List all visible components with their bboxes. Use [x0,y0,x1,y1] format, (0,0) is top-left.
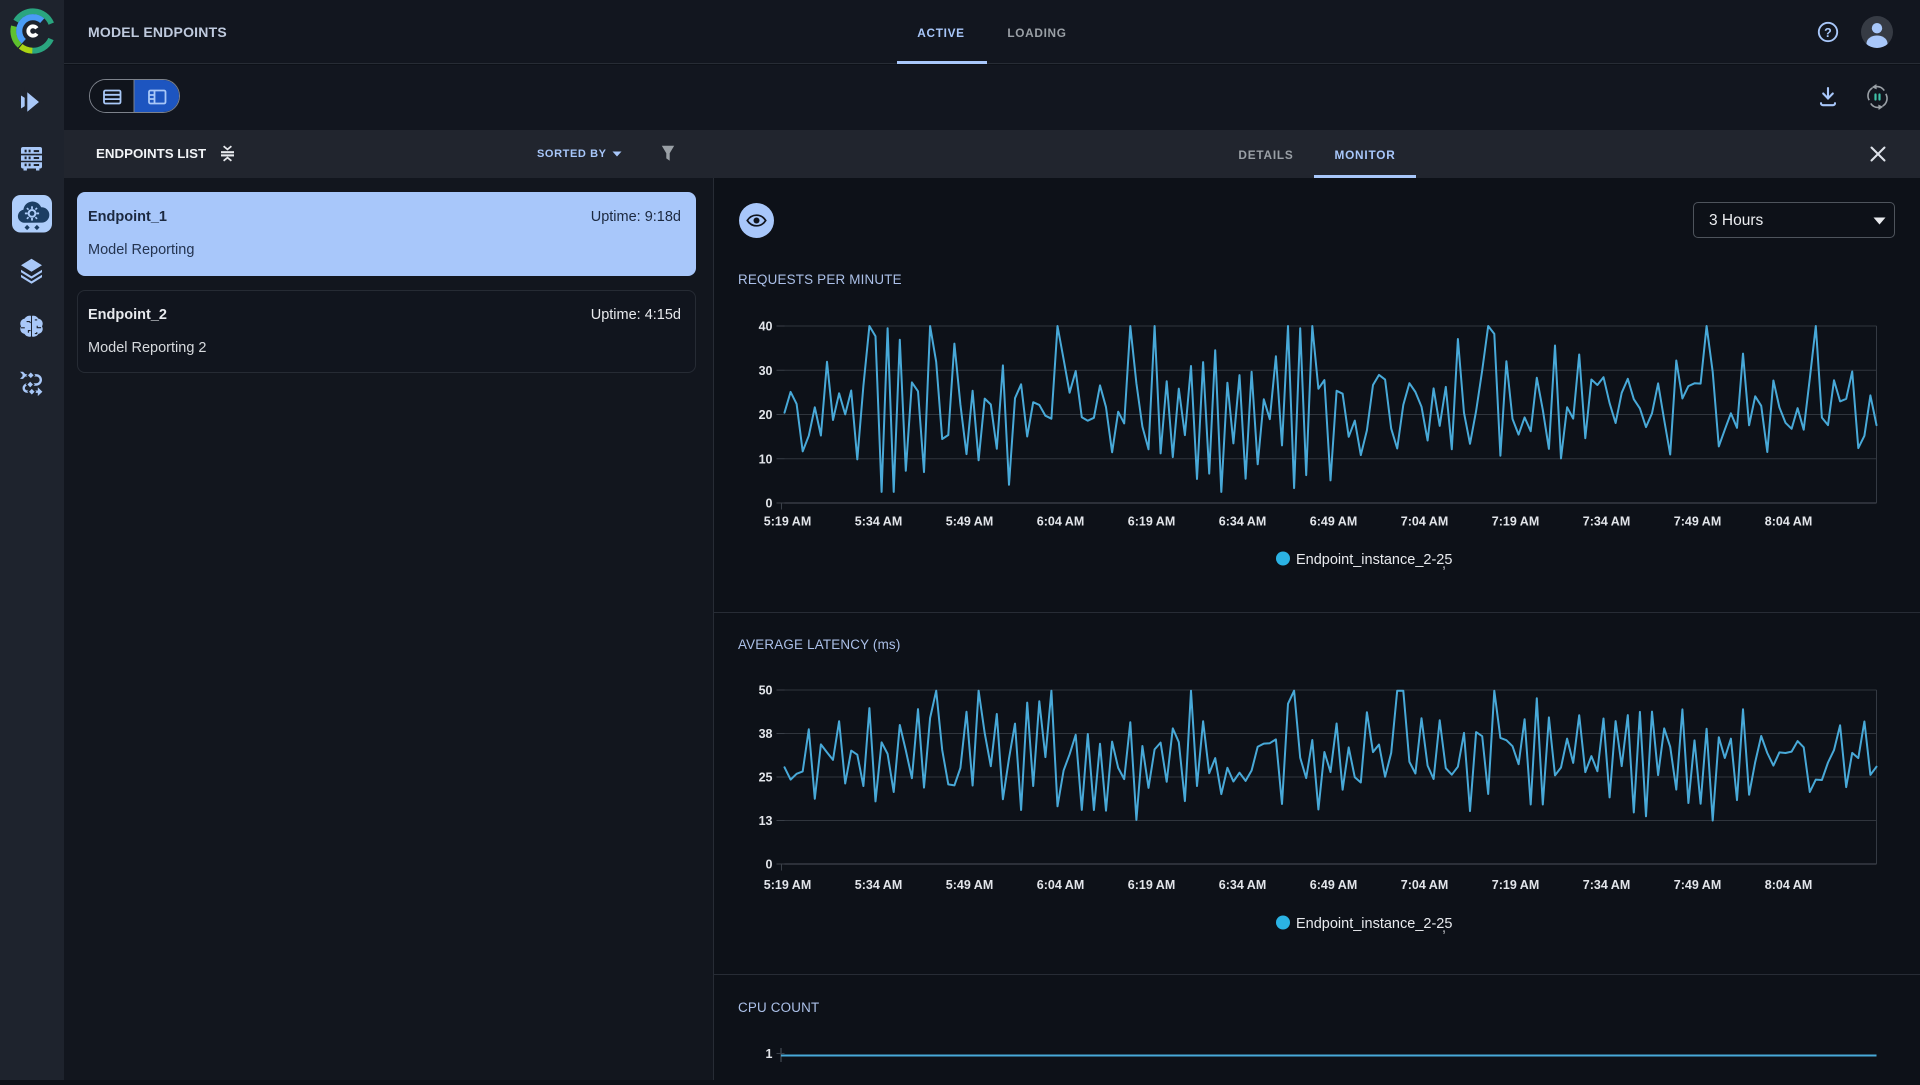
svg-text:?: ? [1824,26,1832,40]
svg-text:Endpoint_instance_2-25: Endpoint_instance_2-25 [1296,552,1452,568]
svg-text:5:34 AM: 5:34 AM [855,515,902,529]
svg-text:Endpoint_instance_2-25: Endpoint_instance_2-25 [1296,916,1452,932]
svg-text:7:49 AM: 7:49 AM [1674,878,1721,892]
svg-text:5:49 AM: 5:49 AM [946,878,993,892]
svg-text:30: 30 [759,364,773,378]
svg-text:6:04 AM: 6:04 AM [1037,515,1084,529]
svg-text:1: 1 [766,1047,773,1061]
svg-text:10: 10 [759,452,773,466]
svg-text:6:34 AM: 6:34 AM [1219,878,1266,892]
svg-text:38: 38 [759,727,773,741]
svg-text:8:04 AM: 8:04 AM [1765,878,1812,892]
svg-text:7:04 AM: 7:04 AM [1401,515,1448,529]
svg-text:50: 50 [759,684,773,698]
svg-text:6:49 AM: 6:49 AM [1310,878,1357,892]
svg-text:6:34 AM: 6:34 AM [1219,515,1266,529]
svg-text:5:19 AM: 5:19 AM [764,515,811,529]
svg-text:40: 40 [759,320,773,334]
svg-text:20: 20 [759,408,773,422]
svg-text:0: 0 [766,497,773,511]
svg-text:5:19 AM: 5:19 AM [764,878,811,892]
svg-text:,: , [1442,556,1446,572]
svg-text:7:19 AM: 7:19 AM [1492,878,1539,892]
svg-text:0: 0 [766,858,773,872]
svg-text:5:34 AM: 5:34 AM [855,878,902,892]
svg-text:7:34 AM: 7:34 AM [1583,515,1630,529]
svg-text:6:19 AM: 6:19 AM [1128,878,1175,892]
svg-text:7:49 AM: 7:49 AM [1674,515,1721,529]
svg-text:13: 13 [759,814,773,828]
svg-text:7:04 AM: 7:04 AM [1401,878,1448,892]
svg-text:7:34 AM: 7:34 AM [1583,878,1630,892]
svg-text:6:04 AM: 6:04 AM [1037,878,1084,892]
svg-text:6:49 AM: 6:49 AM [1310,515,1357,529]
svg-text:6:19 AM: 6:19 AM [1128,515,1175,529]
svg-text:7:19 AM: 7:19 AM [1492,515,1539,529]
svg-text:5:49 AM: 5:49 AM [946,515,993,529]
svg-text:25: 25 [759,771,773,785]
svg-text:,: , [1442,920,1446,936]
svg-text:8:04 AM: 8:04 AM [1765,515,1812,529]
